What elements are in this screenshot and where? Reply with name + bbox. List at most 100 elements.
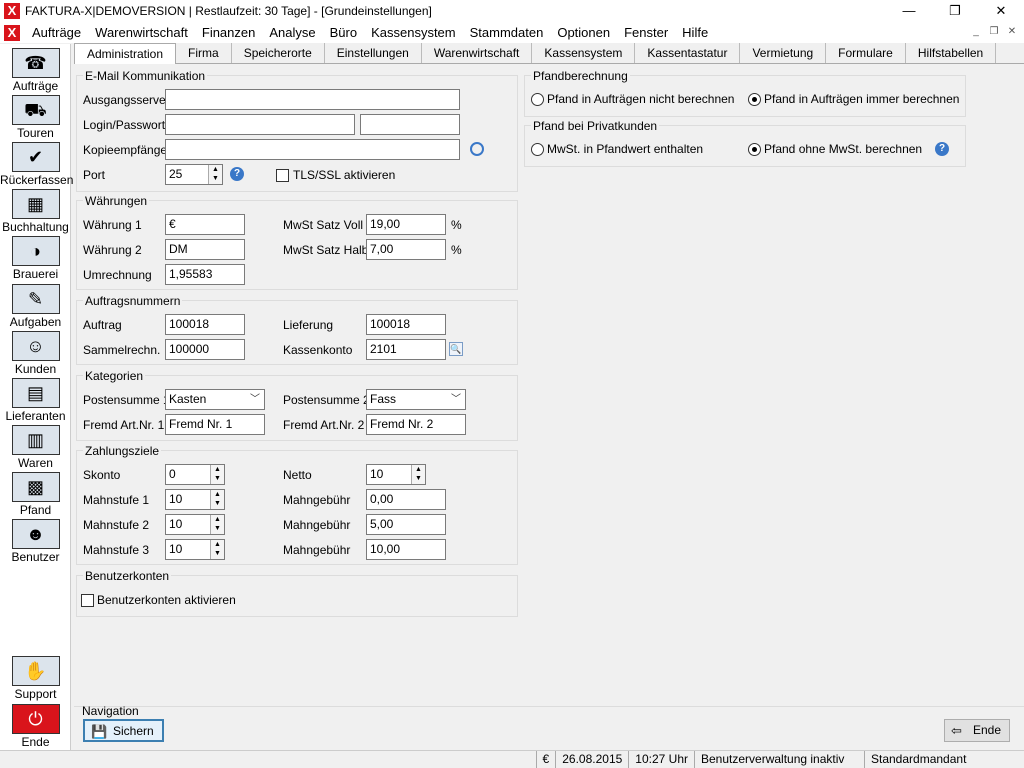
tab-vermietung[interactable]: Vermietung [740,43,827,63]
menu-fenster[interactable]: Fenster [617,22,675,43]
tab-kassentastatur[interactable]: Kassentastatur [635,43,741,63]
mwst-halb-input[interactable]: 7,00 [366,239,446,260]
sidebar-item-lieferanten[interactable]: ▤ Lieferanten [0,378,71,423]
tab-warenwirtschaft[interactable]: Warenwirtschaft [422,43,533,63]
pfand-radio-immer[interactable] [748,93,761,106]
waehrungen-group-title: Währungen [83,194,150,208]
calculator-icon: ▦ [11,189,60,219]
save-button[interactable]: 💾 Sichern [83,719,164,742]
mahngebuehr3-input[interactable]: 10,00 [366,539,446,560]
menu-finanzen[interactable]: Finanzen [195,22,262,43]
tls-checkbox[interactable] [276,169,289,182]
sidebar-item-brauerei[interactable]: ◑ Brauerei [0,236,71,281]
umrechnung-input[interactable]: 1,95583 [165,264,245,285]
close-icon[interactable]: ✕ [978,0,1024,22]
netto-stepper[interactable]: 10 ▲ ▼ [366,464,426,485]
ps1-select[interactable]: Kasten ﹀ [165,389,265,410]
help-icon[interactable]: ? [935,142,949,156]
menu-warenwirtschaft[interactable]: Warenwirtschaft [88,22,195,43]
refresh-circle-icon[interactable] [470,142,484,156]
delivery-truck-icon: ✔ [11,142,60,172]
sammel-input[interactable]: 100000 [165,339,245,360]
privat-radio-enthalten[interactable] [531,143,544,156]
menu-analyse[interactable]: Analyse [262,22,322,43]
settings-panel: E-Mail Kommunikation Ausgangsserver Logi… [74,64,1024,706]
menu-stammdaten[interactable]: Stammdaten [463,22,551,43]
mahngebuehr3-label: Mahngebühr [283,543,351,557]
app-menu-icon[interactable]: X [4,24,20,41]
menu-buero[interactable]: Büro [323,22,364,43]
sidebar-item-buchhaltung[interactable]: ▦ Buchhaltung [0,189,71,234]
tab-kassensystem[interactable]: Kassensystem [532,43,636,63]
kassenkonto-input[interactable]: 2101 [366,339,446,360]
menu-bar: X Aufträge Warenwirtschaft Finanzen Anal… [0,22,1024,43]
mwst-voll-input[interactable]: 19,00 [366,214,446,235]
benutzerkonten-checkbox[interactable] [81,594,94,607]
save-label: Sichern [113,724,154,738]
mahnstufe3-stepper[interactable]: 10 ▲ ▼ [165,539,225,560]
sidebar-item-rueckerfassen[interactable]: ✔ Rückerfassen [0,142,73,187]
mdi-restore-icon[interactable]: ❐ [986,24,1002,40]
status-bar: € 26.08.2015 10:27 Uhr Benutzerverwaltun… [0,750,1024,768]
tab-administration[interactable]: Administration [74,43,177,65]
ps2-select[interactable]: Fass ﹀ [366,389,466,410]
mahnstufe2-stepper[interactable]: 10 ▲ ▼ [165,514,225,535]
sidebar-item-auftraege[interactable]: ☎ Aufträge [0,48,71,93]
help-icon[interactable]: ? [230,167,244,181]
skonto-value: 0 [169,467,176,481]
password-input[interactable] [360,114,460,135]
spin-arrows-icon[interactable]: ▲ ▼ [210,540,224,559]
menu-kassensystem[interactable]: Kassensystem [364,22,463,43]
sidebar-item-aufgaben[interactable]: ✎ Aufgaben [0,284,71,329]
pfand-radio-nicht[interactable] [531,93,544,106]
mahngebuehr1-input[interactable]: 0,00 [366,489,446,510]
menu-optionen[interactable]: Optionen [550,22,617,43]
lieferung-label: Lieferung [283,318,334,332]
auftrag-input[interactable]: 100018 [165,314,245,335]
menu-auftraege[interactable]: Aufträge [25,22,88,43]
fa1-input[interactable]: Fremd Nr. 1 [165,414,265,435]
minimize-icon[interactable]: — [886,0,932,22]
spin-arrows-icon[interactable]: ▲ ▼ [208,165,222,184]
spin-arrows-icon[interactable]: ▲ ▼ [210,465,224,484]
tab-formulare[interactable]: Formulare [826,43,906,63]
ps2-label: Postensumme 2 [283,393,370,407]
mdi-minimize-icon[interactable]: _ [968,24,984,40]
sidebar-item-kunden[interactable]: ☺ Kunden [0,331,71,376]
spin-arrows-icon[interactable]: ▲ ▼ [210,490,224,509]
tab-einstellungen[interactable]: Einstellungen [325,43,422,63]
sidebar-item-waren[interactable]: ▥ Waren [0,425,71,470]
end-button[interactable]: ⇦ Ende [944,719,1011,742]
server-input[interactable] [165,89,460,110]
spin-arrows-icon[interactable]: ▲ ▼ [411,465,425,484]
privat-radio-ohne[interactable] [748,143,761,156]
tab-hilfstabellen[interactable]: Hilfstabellen [906,43,997,63]
fa2-input[interactable]: Fremd Nr. 2 [366,414,466,435]
tab-firma[interactable]: Firma [176,43,232,63]
port-stepper[interactable]: 25 ▲ ▼ [165,164,223,185]
sidebar-item-ende[interactable]: ⏻ Ende [0,704,71,749]
sidebar-item-support[interactable]: ✋ Support [0,656,71,701]
w1-input[interactable]: € [165,214,245,235]
tab-speicherorte[interactable]: Speicherorte [232,43,325,63]
kategorien-group-title: Kategorien [83,369,146,383]
navigation-bar: Navigation 💾 Sichern ⇦ Ende [74,704,1024,750]
menu-hilfe[interactable]: Hilfe [675,22,715,43]
lookup-icon[interactable]: 🔍 [449,342,463,356]
umrechnung-label: Umrechnung [83,268,152,282]
sidebar-item-touren[interactable]: ⛟ Touren [0,95,71,140]
sidebar-item-pfand[interactable]: ▩ Pfand [0,472,71,517]
sidebar-item-benutzer[interactable]: ☻ Benutzer [0,519,71,564]
mahngebuehr2-input[interactable]: 5,00 [366,514,446,535]
copy-input[interactable] [165,139,460,160]
spin-arrows-icon[interactable]: ▲ ▼ [210,515,224,534]
mahnstufe1-stepper[interactable]: 10 ▲ ▼ [165,489,225,510]
mdi-close-icon[interactable]: ✕ [1004,24,1020,40]
w2-input[interactable]: DM [165,239,245,260]
restore-icon[interactable]: ❐ [932,0,978,22]
tls-label: TLS/SSL aktivieren [293,168,396,182]
skonto-stepper[interactable]: 0 ▲ ▼ [165,464,225,485]
login-input[interactable] [165,114,355,135]
netto-label: Netto [283,468,312,482]
lieferung-input[interactable]: 100018 [366,314,446,335]
